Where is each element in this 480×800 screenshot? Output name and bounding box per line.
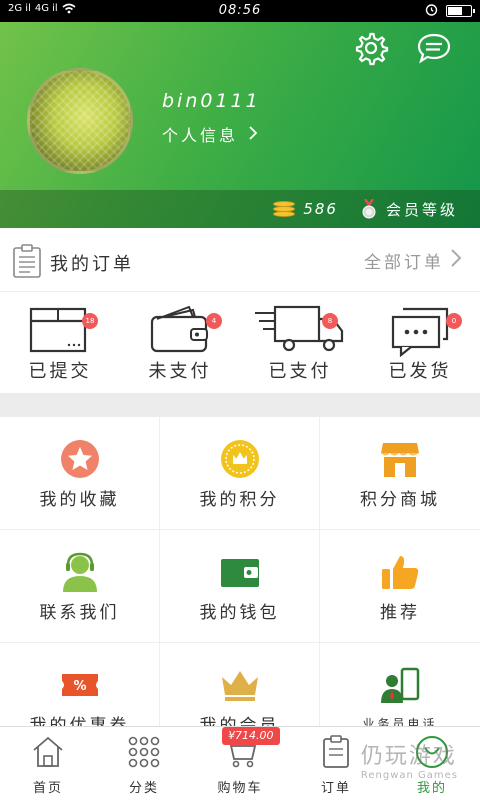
store-icon [381,443,419,477]
unpaid-count-badge: 4 [206,313,222,329]
shipped-count-badge: 0 [446,313,462,329]
status-shipped[interactable]: 0 已发货 [360,293,480,393]
menu-recommend-label: 推荐 [380,603,420,623]
support-agent-icon [62,552,97,592]
paid-count-badge: 8 [322,313,338,329]
points-value: 586 [303,200,338,218]
member-bar: 586 会员等级 [0,190,480,228]
battery-icon [446,5,475,17]
svg-text:%: % [73,679,86,694]
clock: 08:56 [218,3,262,18]
thumbs-up-icon [382,556,419,589]
menu-contact-us-label: 联系我们 [39,603,120,623]
status-bar: 2G il 4G il 08:56 [0,0,480,22]
submitted-count-badge: 18 [82,313,98,329]
points-medal-icon [220,440,259,478]
alarm-icon [425,3,438,19]
status-shipped-label: 已发货 [388,361,452,382]
wallet-outline-icon [150,305,208,353]
menu-grid: 我的收藏 我的积分 积分商城 联系我们 我的钱包 推荐 % 业务员电话 [0,417,480,756]
cart-price-badge: ¥714.00 [222,727,280,745]
watermark-sub: Rengwan Games [360,770,458,781]
tab-home[interactable]: 首页 [0,727,96,800]
menu-favorites[interactable]: 我的收藏 [0,417,160,530]
personal-info-label: 个人信息 [162,126,239,145]
menu-contact-us[interactable]: 联系我们 [0,530,160,643]
order-status-row: 18 已提交 4 未支付 8 已支付 0 已发货 [0,293,480,393]
all-orders-link[interactable]: 全部订单 [364,248,462,273]
chevron-right-icon [450,248,462,273]
tab-cart-label: 购物车 [217,781,263,796]
all-orders-label: 全部订单 [364,253,444,273]
my-orders-title: 我的订单 [50,253,134,275]
status-unpaid[interactable]: 4 未支付 [120,293,240,393]
status-submitted-label: 已提交 [28,361,92,382]
clipboard-icon [12,243,42,282]
salesperson-phone-icon [381,667,420,703]
tab-home-label: 首页 [32,781,63,796]
order-icon [323,735,349,768]
menu-points-mall-label: 积分商城 [360,490,440,510]
chevron-right-icon [248,125,258,144]
crown-icon [221,671,258,701]
menu-wallet[interactable]: 我的钱包 [160,530,320,643]
watermark-text: 仍玩游戏 [360,744,457,769]
tab-category[interactable]: 分类 [96,727,192,800]
status-submitted[interactable]: 18 已提交 [0,293,120,393]
menu-points[interactable]: 我的积分 [160,417,320,530]
coins-icon [273,201,296,217]
home-icon [33,736,63,767]
tab-category-label: 分类 [128,781,159,796]
wallet-icon [220,559,259,587]
star-circle-icon [60,440,99,478]
section-divider [0,393,480,417]
menu-wallet-label: 我的钱包 [199,603,280,623]
coupon-icon: % [61,674,98,696]
medal-icon [360,198,378,219]
status-unpaid-label: 未支付 [148,361,212,382]
package-box-icon [29,307,87,353]
menu-recommend[interactable]: 推荐 [320,530,480,643]
avatar[interactable] [27,68,133,174]
settings-gear-icon[interactable] [353,30,389,66]
chat-bubbles-icon [391,307,449,357]
message-chat-icon[interactable] [416,30,452,66]
profile-header: bin0111 个人信息 586 会员等级 [0,22,480,228]
status-paid[interactable]: 8 已支付 [240,293,360,393]
menu-points-label: 我的积分 [199,490,280,510]
personal-info-link[interactable]: 个人信息 [162,122,258,146]
menu-points-mall[interactable]: 积分商城 [320,417,480,530]
menu-favorites-label: 我的收藏 [39,490,120,510]
username: bin0111 [162,90,261,112]
member-level-link[interactable]: 会员等级 [386,199,458,220]
my-orders-row[interactable]: 我的订单 全部订单 [0,234,480,292]
watermark: 仍玩游戏 Rengwan Games [361,738,458,781]
status-paid-label: 已支付 [268,361,332,382]
category-grid-icon [128,736,160,768]
